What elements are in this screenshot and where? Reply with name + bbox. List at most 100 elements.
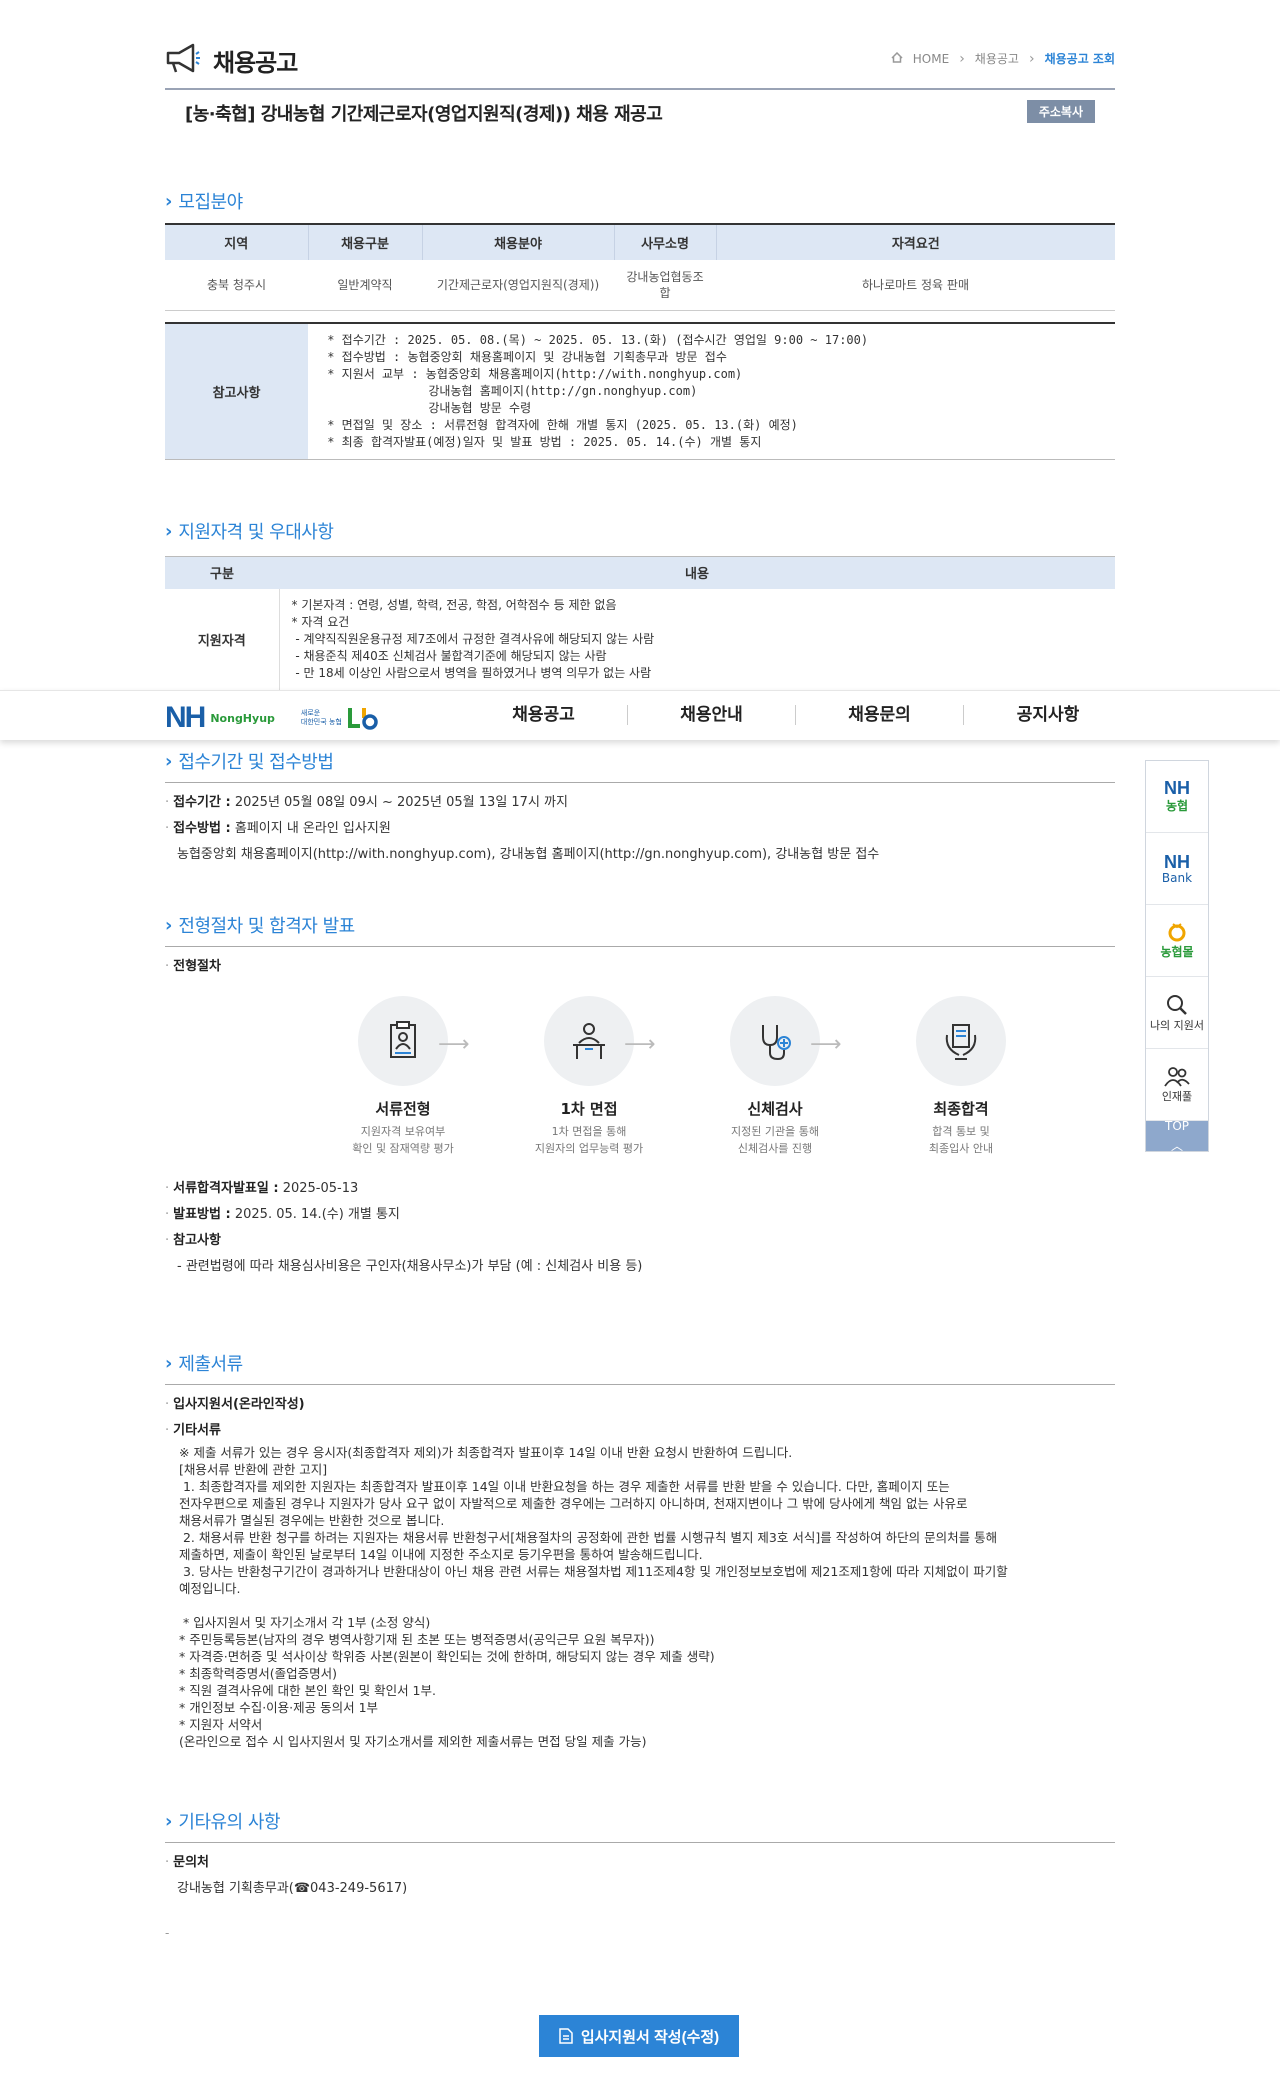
nonghyup-symbol-icon — [347, 708, 378, 730]
col-header: 내용 — [279, 556, 1115, 589]
chevron-right-icon: › — [165, 190, 173, 212]
table-cell: 일반계약직 — [308, 260, 422, 311]
recruit-ref-table: 참고사항 * 접수기간 : 2025. 05. 08.(목) ~ 2025. 0… — [165, 322, 1115, 460]
home-icon[interactable] — [891, 51, 903, 66]
section-period-title: › 접수기간 및 접수방법 — [165, 748, 1115, 783]
row-label: 지원자격 — [165, 588, 280, 690]
quick-my-application[interactable]: 나의 지원서 — [1146, 977, 1208, 1049]
section-qualification-title: › 지원자격 및 우대사항 — [165, 518, 1115, 544]
item-label: 발표방법 : — [173, 1207, 231, 1222]
breadcrumb: HOME › 채용공고 › 채용공고 조회 — [891, 50, 1115, 67]
documents-list: · 입사지원서(온라인작성) · 기타서류 — [165, 1392, 1115, 1444]
process-step: 서류전형 지원자격 보유여부 확인 및 잠재역량 평가 — [310, 996, 496, 1157]
page-title: 채용공고 — [165, 42, 298, 78]
quick-nh-bank[interactable]: NH Bank — [1146, 833, 1208, 905]
col-header: 자격요건 — [715, 223, 1115, 260]
item-value: 2025. 05. 14.(수) 개별 통지 — [234, 1207, 400, 1222]
step-desc: 지원자격 보유여부 확인 및 잠재역량 평가 — [352, 1125, 454, 1155]
step-desc: 1차 면접을 통해 지원자의 업무능력 평가 — [534, 1125, 644, 1155]
section-title: 접수기간 및 접수방법 — [178, 752, 334, 773]
section-title: 모집분야 — [178, 192, 243, 213]
step-desc: 지정된 기관을 통해 신체검사를 진행 — [731, 1125, 819, 1155]
process-steps: 서류전형 지원자격 보유여부 확인 및 잠재역량 평가 1차 면접 1차 면접을… — [310, 996, 1054, 1157]
chevron-right-icon: › — [165, 750, 173, 772]
process-note: - 관련법령에 따라 채용심사비용은 구인자(채용사무소)가 부담 (예 : 신… — [177, 1259, 643, 1274]
chevron-right-icon: › — [959, 50, 965, 67]
period-list: · 접수기간 : 2025년 05월 08일 09시 ~ 2025년 05월 13… — [165, 790, 1115, 868]
process-step: 신체검사 지정된 기관을 통해 신체검사를 진행 — [682, 996, 868, 1157]
list-item: · 접수방법 : 홈페이지 내 온라인 입사지원 — [165, 821, 391, 836]
item-value: 2025-05-13 — [282, 1181, 359, 1196]
section-documents-title: › 제출서류 — [165, 1350, 1115, 1385]
sticky-nav: NH NongHyup 새로운 대한민국 농협 채용공고 채용안내 채용문의 공… — [0, 690, 1280, 740]
quick-nh-nonghyup[interactable]: NH 농협 — [1146, 761, 1208, 833]
menu-recruit[interactable]: 채용공고 — [460, 705, 628, 725]
section-title: 전형절차 및 합격자 발표 — [178, 916, 355, 937]
list-item: · 기타서류 — [165, 1423, 221, 1438]
ref-label: 참고사항 — [165, 323, 308, 460]
section-title: 지원자격 및 우대사항 — [178, 522, 334, 543]
page-header: 채용공고 HOME › 채용공고 › 채용공고 조회 — [165, 38, 1115, 90]
item-label: 접수기간 : — [173, 795, 231, 810]
main-menu: 채용공고 채용안내 채용문의 공지사항 — [460, 705, 1132, 725]
menu-inquiry[interactable]: 채용문의 — [796, 705, 964, 725]
apply-button[interactable]: 입사지원서 작성(수정) — [539, 2015, 739, 2057]
arrow-right-icon: ⟶ — [624, 1032, 656, 1057]
documents-text: ※ 제출 서류가 있는 경우 응시자(최종합격자 제외)가 최종합격자 발표이후… — [179, 1445, 1008, 1749]
step-desc: 합격 통보 및 최종입사 안내 — [928, 1125, 994, 1155]
menu-notice[interactable]: 공지사항 — [964, 705, 1132, 725]
list-item: · 참고사항 — [165, 1233, 221, 1248]
process-step: 1차 면접 1차 면접을 통해 지원자의 업무능력 평가 — [496, 996, 682, 1157]
arrow-right-icon: ⟶ — [438, 1032, 470, 1057]
list-item: · 입사지원서(온라인작성) — [165, 1397, 305, 1412]
nh-logo-sub: NongHyup — [210, 711, 275, 725]
chevron-right-icon: › — [165, 1352, 173, 1374]
section-process-title: › 전형절차 및 합격자 발표 — [165, 912, 1115, 947]
item-value: 홈페이지 내 온라인 입사지원 — [234, 821, 391, 836]
people-icon — [1164, 1066, 1190, 1087]
search-icon — [1167, 994, 1187, 1015]
table-cell: 하나로마트 정육 판매 — [716, 260, 1115, 311]
quick-sub: 농협몰 — [1160, 945, 1194, 959]
list-item: · 접수기간 : 2025년 05월 08일 09시 ~ 2025년 05월 13… — [165, 795, 568, 810]
item-label: 접수방법 : — [173, 821, 231, 836]
step-name: 최종합격 — [933, 1100, 989, 1118]
section-etc-title: › 기타유의 사항 — [165, 1808, 1115, 1843]
apply-button-label: 입사지원서 작성(수정) — [580, 2028, 720, 2046]
ref-content: * 접수기간 : 2025. 05. 08.(목) ~ 2025. 05. 13… — [327, 333, 869, 449]
scroll-top-button[interactable]: TOP ︿ — [1146, 1119, 1208, 1153]
quick-sub: 인재풀 — [1161, 1089, 1193, 1103]
quick-menu: NH 농협 NH Bank 농협몰 나의 지원서 인재풀 TOP ︿ — [1145, 760, 1209, 1153]
notice-title: [농·축협] 강내농협 기간제근로자(영업지원직(경제)) 채용 재공고 — [185, 104, 663, 125]
nonghyup-badge: 새로운 대한민국 농협 — [301, 704, 380, 732]
etc-list: · 문의처 강내농협 기획총무과(☎043-249-5617) — [165, 1850, 1115, 1902]
breadcrumb-recruit[interactable]: 채용공고 — [975, 50, 1019, 67]
process-sub-label: 전형절차 — [173, 959, 221, 974]
step-name: 서류전형 — [375, 1100, 431, 1118]
contact-text: 강내농협 기획총무과(☎043-249-5617) — [177, 1881, 408, 1896]
nh-logo[interactable]: NH NongHyup 새로운 대한민국 농협 — [165, 701, 380, 735]
stethoscope-icon — [730, 996, 820, 1086]
copy-address-button[interactable]: 주소복사 — [1026, 100, 1095, 123]
menu-guide[interactable]: 채용안내 — [628, 705, 796, 725]
breadcrumb-current: 채용공고 조회 — [1044, 52, 1115, 66]
quick-nh-mall[interactable]: 농협몰 — [1146, 905, 1208, 977]
quick-talent-pool[interactable]: 인재풀 — [1146, 1049, 1208, 1121]
chevron-right-icon: › — [165, 914, 173, 936]
item-value: 2025년 05월 08일 09시 ~ 2025년 05월 13일 17시 까지 — [234, 795, 568, 810]
chevron-right-icon: › — [165, 1810, 173, 1832]
quick-sub: 나의 지원서 — [1149, 1018, 1205, 1032]
col-header: 사무소명 — [613, 223, 716, 260]
badge-text: 새로운 대한민국 농협 — [300, 709, 342, 726]
col-header: 채용분야 — [421, 223, 614, 260]
chevron-right-icon: › — [165, 520, 173, 542]
document-icon — [559, 2028, 573, 2044]
chevron-up-icon: ︿ — [1170, 1138, 1183, 1153]
process-result-list: · 서류합격자발표일 : 2025-05-13 · 발표방법 : 2025. 05.… — [165, 1176, 1115, 1280]
col-header: 채용구분 — [307, 223, 422, 260]
list-item: · 문의처 — [165, 1855, 210, 1870]
item-label: 입사지원서(온라인작성) — [173, 1397, 305, 1412]
page-title-text: 채용공고 — [213, 48, 298, 77]
recruit-table: 지역 채용구분 채용분야 사무소명 자격요건 충북 청주시 일반계약직 기간제근… — [165, 223, 1115, 311]
breadcrumb-home[interactable]: HOME — [913, 52, 949, 66]
